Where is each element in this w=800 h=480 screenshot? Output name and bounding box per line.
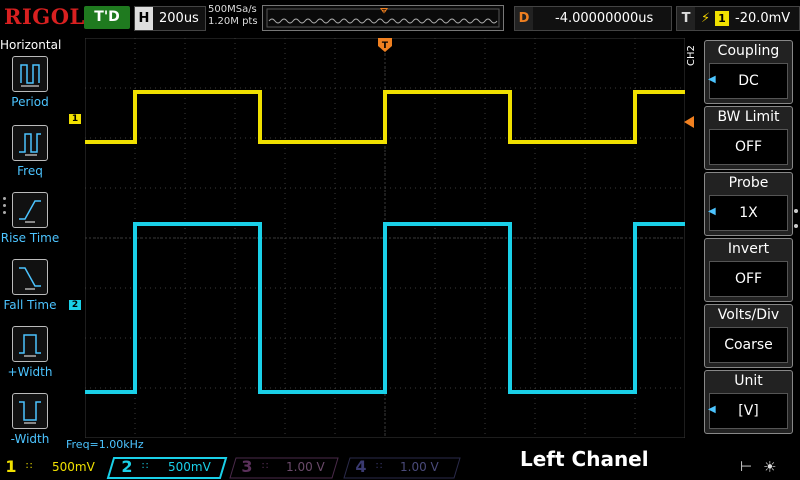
dc-coupling-icon: ∷ [376, 461, 383, 472]
menu-page-dot [794, 224, 798, 228]
measurement-category: Horizontal [0, 38, 62, 52]
sample-rate: 500MSa/s [208, 4, 257, 15]
positive-width-icon [12, 326, 48, 362]
trigger-source-badge: 1 [715, 11, 729, 26]
menu-page-dot [794, 209, 798, 213]
coupling-value: DC [709, 63, 788, 99]
channel-2-tab[interactable]: 2 ∷ 500mV [116, 456, 226, 478]
trigger-status-badge: T'D [84, 6, 130, 29]
usb-icon[interactable]: ⊢ [740, 459, 752, 475]
channel-1-tab[interactable]: 1 ∷ 500mV [0, 456, 104, 478]
measure-negative-width-button[interactable]: -Width [0, 393, 60, 446]
fall-time-label: Fall Time [3, 298, 57, 312]
negative-width-label: -Width [10, 432, 50, 446]
channel-1-offset-marker[interactable]: 1 [69, 114, 81, 124]
page-indicator [3, 197, 7, 218]
trigger-level-marker[interactable] [684, 116, 694, 128]
probe-value: 1X [709, 195, 788, 231]
trigger-display[interactable]: T ⚡︎ 1 -20.0mV [676, 6, 800, 31]
channel-4-number: 4 [355, 457, 367, 476]
dc-coupling-icon: ∷ [262, 461, 269, 472]
arrow-left-icon: ◀ [708, 74, 716, 85]
invert-title: Invert [727, 241, 770, 257]
measure-positive-width-button[interactable]: +Width [0, 326, 60, 379]
rise-time-label: Rise Time [0, 231, 60, 245]
acquisition-info: 500MSa/s 1.20M pts [208, 4, 258, 28]
trigger-time-marker[interactable]: T [378, 38, 392, 58]
memory-depth: 1.20M pts [208, 16, 258, 27]
memory-overview-graphic: T [266, 8, 500, 28]
timebase-label: H [135, 7, 153, 30]
negative-width-icon [12, 393, 48, 429]
period-label: Period [11, 95, 49, 109]
volts-div-title: Volts/Div [717, 307, 780, 323]
unit-value: [V] [709, 393, 788, 429]
invert-value: OFF [709, 261, 788, 297]
memory-waveform-overview[interactable]: T [262, 5, 504, 31]
waveform-display[interactable] [85, 38, 685, 438]
period-icon [12, 56, 48, 92]
delay-value: -4.00000000us [555, 11, 654, 26]
frequency-measurement: Freq=1.00kHz [66, 438, 144, 451]
bw-limit-menu[interactable]: BW Limit OFF [704, 106, 793, 170]
channel-4-scale: 1.00 V [400, 460, 439, 474]
freq-label: Freq [17, 164, 43, 178]
invert-menu[interactable]: Invert OFF [704, 238, 793, 302]
channel-3-scale: 1.00 V [286, 460, 325, 474]
brand-logo: RIGOL [4, 4, 85, 29]
measure-rise-time-button[interactable]: Rise Time [0, 192, 60, 245]
fall-time-icon [12, 259, 48, 295]
trigger-level-value: -20.0mV [735, 11, 791, 26]
positive-width-label: +Width [7, 365, 53, 379]
channel-2-offset-marker[interactable]: 2 [69, 300, 81, 310]
rise-time-icon [12, 192, 48, 228]
active-channel-label: CH2 [686, 45, 697, 66]
channel-1-waveform [85, 90, 685, 144]
timebase-display[interactable]: H 200us [134, 6, 206, 31]
measure-period-button[interactable]: Period [0, 56, 60, 109]
timebase-value: 200us [159, 11, 199, 26]
dc-coupling-icon: ∷ [142, 461, 149, 472]
channel-3-tab[interactable]: 3 ∷ 1.00 V [236, 456, 336, 478]
probe-title: Probe [728, 175, 769, 191]
channel-1-scale: 500mV [52, 460, 95, 474]
bw-limit-value: OFF [709, 129, 788, 165]
arrow-left-icon: ◀ [708, 206, 716, 217]
caption-text: Left Chanel [520, 447, 649, 471]
svg-text:T: T [382, 41, 389, 51]
volts-div-value: Coarse [709, 327, 788, 363]
arrow-left-icon: ◀ [708, 404, 716, 415]
freq-icon [12, 125, 48, 161]
channel-4-tab[interactable]: 4 ∷ 1.00 V [350, 456, 454, 478]
bw-limit-title: BW Limit [717, 109, 780, 125]
coupling-title: Coupling [717, 43, 780, 59]
channel-1-number: 1 [5, 457, 17, 476]
coupling-menu[interactable]: Coupling DC ◀ [704, 40, 793, 104]
measure-freq-button[interactable]: Freq [0, 125, 60, 178]
channel-2-number: 2 [121, 457, 133, 476]
delay-label: D [515, 7, 533, 30]
volts-div-menu[interactable]: Volts/Div Coarse [704, 304, 793, 368]
svg-text:T: T [381, 8, 387, 16]
probe-menu[interactable]: Probe 1X ◀ [704, 172, 793, 236]
unit-menu[interactable]: Unit [V] ◀ [704, 370, 793, 434]
trigger-label: T [677, 7, 695, 30]
channel-2-waveform [85, 222, 685, 394]
delay-display[interactable]: D -4.00000000us [514, 6, 672, 31]
channel-3-number: 3 [241, 457, 253, 476]
trigger-edge-icon: ⚡︎ [701, 11, 711, 26]
channel-2-scale: 500mV [168, 460, 211, 474]
speaker-muted-icon[interactable]: ☀ [763, 458, 776, 476]
dc-coupling-icon: ∷ [26, 461, 33, 472]
measure-fall-time-button[interactable]: Fall Time [0, 259, 60, 312]
unit-title: Unit [734, 373, 763, 389]
